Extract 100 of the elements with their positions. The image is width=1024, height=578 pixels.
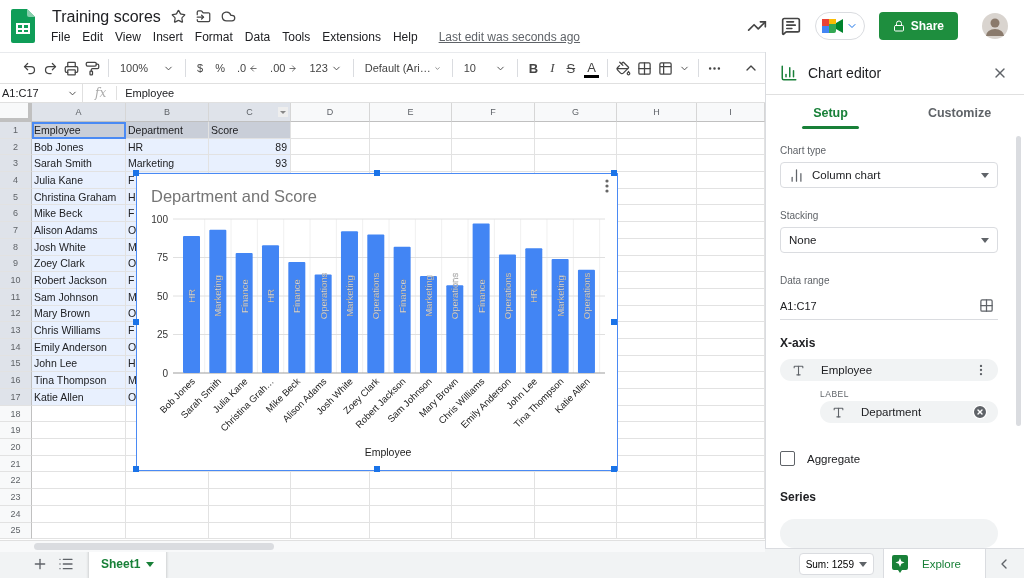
strikethrough-button[interactable]: S: [563, 58, 579, 78]
chart-icon: [780, 64, 798, 82]
column-header[interactable]: G: [535, 103, 617, 122]
borders-icon[interactable]: [636, 60, 652, 76]
text-color-button[interactable]: A: [584, 58, 599, 78]
undo-icon[interactable]: [22, 60, 37, 76]
column-header[interactable]: D: [291, 103, 370, 122]
x-axis-chip[interactable]: Employee: [780, 359, 998, 382]
share-button[interactable]: Share: [878, 12, 958, 40]
row-number[interactable]: 6: [0, 205, 32, 223]
row-number[interactable]: 7: [0, 222, 32, 239]
fill-color-icon[interactable]: [615, 60, 631, 76]
tab[interactable]: Customize: [895, 95, 1024, 131]
table-cell: Alison Adams: [32, 222, 126, 239]
bar-label: HR: [528, 289, 540, 303]
column-header[interactable]: A: [32, 103, 126, 122]
percent-button[interactable]: %: [212, 60, 228, 76]
resize-handle[interactable]: [133, 466, 139, 472]
resize-handle[interactable]: [374, 466, 380, 472]
label-chip[interactable]: Department: [820, 401, 998, 423]
italic-button[interactable]: I: [547, 58, 558, 78]
table-cell: Chris Williams: [32, 322, 126, 339]
camera-icon: [821, 18, 844, 34]
name-box[interactable]: A1:C17: [0, 84, 83, 102]
paint-format-icon[interactable]: [85, 60, 100, 76]
resize-handle[interactable]: [611, 170, 617, 176]
sum-select[interactable]: Sum: 1259: [798, 553, 874, 575]
panel-title: Chart editor: [808, 65, 883, 81]
explore-button[interactable]: Explore: [883, 549, 986, 578]
all-sheets-button[interactable]: [58, 556, 74, 572]
increase-decimals-button[interactable]: .00: [267, 60, 301, 76]
axis-tick-label: 50: [156, 290, 168, 302]
font-size-select[interactable]: 10: [460, 60, 509, 76]
spreadsheet-logo[interactable]: [11, 9, 35, 43]
column-header[interactable]: F: [452, 103, 535, 122]
column-header[interactable]: C: [209, 103, 291, 122]
row-number[interactable]: 13: [0, 322, 32, 339]
row-number[interactable]: 19: [0, 422, 32, 440]
menu-item[interactable]: View: [110, 28, 146, 45]
row-number[interactable]: 20: [0, 439, 32, 456]
checkbox[interactable]: [780, 451, 795, 466]
bar-label: Operations: [449, 272, 461, 320]
tab[interactable]: Setup: [766, 95, 895, 131]
redo-icon[interactable]: [43, 60, 58, 76]
resize-handle[interactable]: [133, 170, 139, 176]
scrollbar[interactable]: [34, 543, 274, 550]
row-number[interactable]: 1: [0, 122, 32, 139]
menu-item[interactable]: Insert: [147, 28, 188, 45]
menu-item[interactable]: Edit: [77, 28, 109, 45]
dropdown-icon[interactable]: [278, 107, 288, 117]
font-select[interactable]: Default (Ari…: [361, 60, 444, 76]
menu-item[interactable]: Tools: [277, 28, 316, 45]
axis-tick-label: 25: [156, 329, 168, 340]
add-sheet-button[interactable]: [32, 556, 48, 572]
resize-handle[interactable]: [133, 319, 139, 325]
formula-field[interactable]: Employee: [117, 87, 175, 99]
data-range-field[interactable]: A1:C17: [780, 292, 998, 321]
last-edit-link[interactable]: Last edit was seconds ago: [438, 29, 581, 44]
resize-handle[interactable]: [611, 466, 617, 472]
column-header[interactable]: I: [697, 103, 765, 122]
chart-type-select[interactable]: Column chart: [780, 162, 998, 189]
zoom-select[interactable]: 100%: [117, 60, 177, 76]
avatar[interactable]: [982, 13, 1008, 39]
row-number[interactable]: 4: [0, 172, 32, 189]
menu-item[interactable]: File: [46, 28, 76, 45]
column-header[interactable]: E: [370, 103, 452, 122]
menu-item[interactable]: Help: [387, 28, 423, 45]
row-number[interactable]: 22: [0, 472, 32, 490]
document-title[interactable]: Training scores: [52, 7, 161, 26]
number-format-select[interactable]: 123: [306, 60, 345, 76]
row-number[interactable]: 23: [0, 489, 32, 506]
row-number[interactable]: 10: [0, 272, 32, 289]
remove-icon[interactable]: [972, 404, 988, 421]
video-call-button[interactable]: [814, 12, 865, 40]
arrow-icon: [249, 63, 259, 73]
resize-handle[interactable]: [611, 319, 617, 325]
print-icon[interactable]: [64, 60, 79, 76]
bold-button[interactable]: B: [525, 58, 542, 78]
chart-frame[interactable]: [136, 173, 618, 471]
aggregate-checkbox[interactable]: Aggregate: [780, 451, 998, 466]
column-header[interactable]: H: [617, 103, 697, 122]
list-icon: [58, 556, 74, 572]
decrease-decimals-button[interactable]: .0: [233, 60, 262, 76]
currency-button[interactable]: $: [194, 60, 207, 76]
scrollbar[interactable]: [1016, 136, 1021, 426]
more-icon[interactable]: [605, 179, 609, 193]
row-number[interactable]: 16: [0, 372, 32, 389]
column-header[interactable]: B: [126, 103, 209, 122]
stacking-select[interactable]: None: [780, 227, 998, 254]
bar-label: Finance: [475, 279, 487, 313]
comment-icon[interactable]: [780, 16, 801, 36]
row-number[interactable]: 3: [0, 155, 32, 173]
menu-item[interactable]: Extensions: [317, 28, 386, 45]
menu-item[interactable]: Format: [189, 28, 238, 45]
field-label: LABEL: [820, 389, 850, 400]
field-label: Chart type: [780, 145, 828, 156]
merge-cells-icon[interactable]: [657, 60, 673, 76]
menu-item[interactable]: Data: [239, 28, 276, 45]
resize-handle[interactable]: [374, 170, 380, 176]
row-number[interactable]: 17: [0, 389, 32, 406]
